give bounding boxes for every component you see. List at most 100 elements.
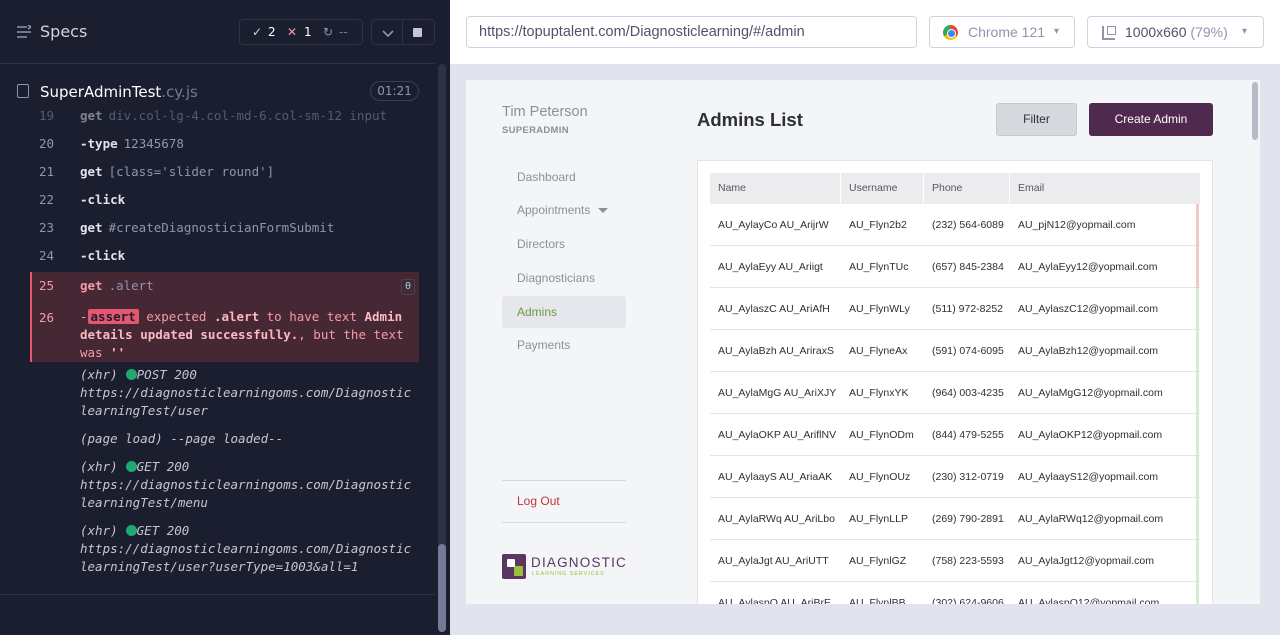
command-text: -click (80, 248, 131, 263)
create-admin-button[interactable]: Create Admin (1089, 103, 1213, 136)
assert-selector: .alert (213, 309, 260, 324)
file-icon (17, 84, 29, 98)
command-text: get [class='slider round'] (80, 164, 274, 179)
table-row[interactable]: AU_AylayCo AU_ArijrW AU_Flyn2b2 (232) 564-… (710, 204, 1200, 246)
app-scrollbar[interactable] (1252, 82, 1258, 602)
cell-email: AU_AylaJgt12@yopmail.com (1018, 555, 1154, 567)
cell-username: AU_FlynOUz (849, 471, 911, 483)
divider (502, 480, 626, 481)
command-name: -click (80, 248, 126, 263)
column-header-name[interactable]: Name (718, 182, 746, 194)
specs-header: Specs ✓ 2 ✕ 1 ↻ -- (0, 0, 435, 64)
logo-mark-icon (502, 554, 526, 579)
nav-item-admins[interactable]: Admins (502, 296, 626, 328)
cell-username: AU_FlynTUc (849, 261, 909, 273)
user-name: Tim Peterson (502, 104, 588, 120)
row-status-indicator (1196, 372, 1199, 414)
table-row[interactable]: AU_AylaspO AU_AriBrE AU_FlynlBB (302) 624-… (710, 582, 1200, 604)
cell-phone: (591) 074-6095 (932, 345, 1004, 357)
table-row[interactable]: AU_AylaszC AU_AriAfH AU_FlynWLy (511) 972-… (710, 288, 1200, 330)
column-divider (840, 173, 841, 204)
xhr-log-entry[interactable]: (xhr) GET 200 https://diagnosticlearningo… (80, 458, 415, 512)
cell-phone: (269) 790-2891 (932, 513, 1004, 525)
assert-row[interactable]: 26 - assert expected .alert to have text … (30, 306, 419, 362)
x-icon: ✕ (287, 25, 298, 39)
command-log-scrollbar[interactable] (438, 64, 446, 632)
command-name: get (80, 164, 103, 179)
admins-table: Name Username Phone Email AU_AylayCo AU_… (697, 160, 1213, 604)
app-under-test: Tim Peterson SUPERADMIN Dashboard Appoin… (466, 80, 1260, 604)
cell-username: AU_FlynxYK (849, 387, 909, 399)
cell-phone: (964) 003-4235 (932, 387, 1004, 399)
command-message: 12345678 (123, 136, 184, 151)
command-name: get (80, 110, 103, 123)
column-header-phone[interactable]: Phone (932, 182, 962, 194)
nav-label: Diagnosticians (517, 271, 596, 285)
passed-count: 2 (268, 25, 276, 39)
command-message: .alert (108, 278, 154, 293)
cell-phone: (511) 972-8252 (932, 303, 1004, 315)
command-row[interactable]: 25 get .alert 0 (32, 272, 419, 300)
logo-text: DIAGNOSTIC (531, 555, 628, 570)
cell-username: AU_FlyneAx (849, 345, 908, 357)
column-divider (923, 173, 924, 204)
command-number: 20 (38, 136, 54, 151)
command-name: get (80, 278, 103, 293)
cell-name: AU_AylaayS AU_AriaAK (718, 471, 833, 483)
xhr-log-entry[interactable]: (xhr) GET 200 https://diagnosticlearningo… (80, 522, 415, 576)
stop-button[interactable] (403, 19, 435, 45)
cell-email: AU_pjN12@yopmail.com (1018, 219, 1136, 231)
spec-file-name: SuperAdminTest.cy.js (40, 83, 198, 101)
cell-username: AU_FlynWLy (849, 303, 910, 315)
divider (0, 594, 435, 595)
expand-collapse-button[interactable] (371, 19, 403, 45)
url-bar[interactable]: https://topuptalent.com/Diagnosticlearni… (466, 16, 917, 48)
table-row[interactable]: AU_AylaRWq AU_AriLbo AU_FlynLLP (269) 790-… (710, 498, 1200, 540)
browser-selector[interactable]: Chrome 121 ▾ (929, 16, 1075, 48)
caret-down-icon (598, 208, 608, 213)
table-row[interactable]: AU_AylaJgt AU_AriUTT AU_FlynlGZ (758) 223-… (710, 540, 1200, 582)
command-row[interactable]: 19 get div.col-lg-4.col-md-6.col-sm-12 in… (30, 110, 419, 130)
nav-item-payments[interactable]: Payments (502, 329, 626, 361)
table-row[interactable]: AU_AylaEyy AU_Ariigt AU_FlynTUc (657) 845-… (710, 246, 1200, 288)
command-row[interactable]: 20 -type 12345678 (30, 130, 419, 158)
scrollbar-thumb[interactable] (438, 544, 446, 632)
nav-item-diagnosticians[interactable]: Diagnosticians (502, 262, 626, 294)
spec-file-basename: SuperAdminTest (40, 83, 162, 101)
table-row[interactable]: AU_AylaayS AU_AriaAK AU_FlynOUz (230) 312-… (710, 456, 1200, 498)
command-name: -click (80, 192, 126, 207)
nav-item-dashboard[interactable]: Dashboard (502, 161, 626, 193)
specs-menu-icon[interactable] (17, 25, 31, 39)
cell-name: AU_AylaBzh AU_AriraxS (718, 345, 834, 357)
viewport-selector[interactable]: 1000x660 (79%) ▾ (1087, 16, 1264, 48)
nav-item-appointments[interactable]: Appointments (502, 194, 626, 226)
xhr-url: https://diagnosticlearningoms.com/Diagno… (80, 541, 412, 574)
failed-count: 1 (304, 25, 312, 39)
cell-name: AU_AylaRWq AU_AriLbo (718, 513, 835, 525)
assert-badge: assert (87, 309, 139, 324)
cell-phone: (230) 312-0719 (932, 471, 1004, 483)
command-row[interactable]: 23 get #createDiagnosticianFormSubmit (30, 214, 419, 242)
command-row[interactable]: 21 get [class='slider round'] (30, 158, 419, 186)
cell-phone: (232) 564-6089 (932, 219, 1004, 231)
page-load-entry[interactable]: (page load) --page loaded-- (80, 430, 415, 448)
viewport-scale: (79%) (1190, 24, 1228, 40)
cell-name: AU_AylaOKP AU_AriflNV (718, 429, 837, 441)
column-header-username[interactable]: Username (849, 182, 897, 194)
command-number: 24 (38, 248, 54, 263)
column-header-email[interactable]: Email (1018, 182, 1044, 194)
command-row[interactable]: 24 -click (30, 242, 419, 270)
company-logo: DIAGNOSTIC LEARNING SERVICES (502, 554, 632, 582)
logout-link[interactable]: Log Out (517, 494, 560, 508)
table-row[interactable]: AU_AylaOKP AU_AriflNV AU_FlynODm (844) 479… (710, 414, 1200, 456)
spec-file-row[interactable]: SuperAdminTest.cy.js 01:21 (0, 75, 435, 109)
table-row[interactable]: AU_AylaMgG AU_AriXJY AU_FlynxYK (964) 003-… (710, 372, 1200, 414)
nav-item-directors[interactable]: Directors (502, 228, 626, 260)
scrollbar-thumb[interactable] (1252, 82, 1258, 140)
filter-button[interactable]: Filter (996, 103, 1077, 136)
xhr-log-entry[interactable]: (xhr) POST 200 https://diagnosticlearning… (80, 366, 415, 420)
cell-email: AU_AylaszC12@yopmail.com (1018, 303, 1159, 315)
table-row[interactable]: AU_AylaBzh AU_AriraxS AU_FlyneAx (591) 074… (710, 330, 1200, 372)
command-row[interactable]: 22 -click (30, 186, 419, 214)
specs-title[interactable]: Specs (40, 22, 87, 41)
